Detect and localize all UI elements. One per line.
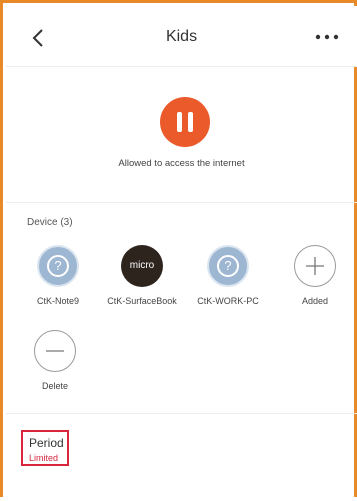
pause-internet-button[interactable] xyxy=(160,97,210,147)
device-item-ctk-work-pc[interactable]: ? CtK-WORK-PC xyxy=(186,245,270,306)
device-item-ctk-note9[interactable]: ? CtK-Note9 xyxy=(16,245,100,306)
period-status: Limited xyxy=(29,453,59,463)
more-options-button[interactable] xyxy=(313,30,343,44)
page-title: Kids xyxy=(165,28,198,45)
minus-icon xyxy=(34,330,76,372)
device-label: CtK-SurfaceBook xyxy=(107,296,177,306)
device-item-ctk-surfacebook[interactable]: micro CtK-SurfaceBook xyxy=(100,245,184,306)
question-icon: ? xyxy=(37,245,79,287)
device-label: CtK-Note9 xyxy=(36,296,80,306)
device-section: Device (3) ? CtK-Note9 micro CtK-Surface… xyxy=(6,203,357,413)
pause-icon xyxy=(188,112,193,132)
device-section-title: Device (3) xyxy=(27,217,73,228)
delete-device-button[interactable]: Delete xyxy=(13,330,97,391)
delete-label: Delete xyxy=(41,381,68,391)
pause-icon xyxy=(177,112,182,132)
add-device-button[interactable]: Added xyxy=(273,245,357,306)
question-icon: ? xyxy=(207,245,249,287)
status-text: Allowed to access the internet xyxy=(118,158,245,169)
device-label: CtK-WORK-PC xyxy=(197,296,259,306)
microsoft-logo-icon: micro xyxy=(121,245,163,287)
period-highlight-box: Period Limited xyxy=(21,430,69,466)
period-title: Period xyxy=(29,436,64,450)
status-area: Allowed to access the internet xyxy=(6,67,357,203)
app-frame: Kids Allowed to access the internet Devi… xyxy=(0,0,357,497)
header: Kids xyxy=(6,6,357,67)
period-row[interactable]: Period Limited xyxy=(6,413,357,501)
plus-icon xyxy=(294,245,336,287)
add-label: Added xyxy=(301,296,329,306)
